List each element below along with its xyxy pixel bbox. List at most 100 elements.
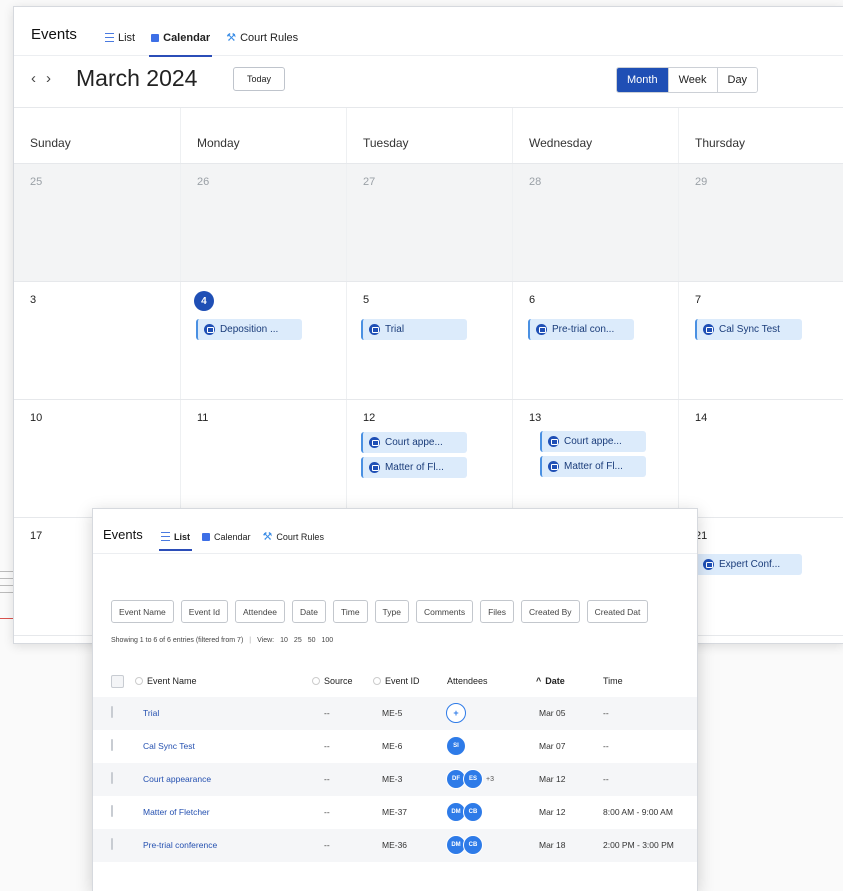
next-month-button[interactable]: ›	[46, 70, 51, 87]
column-time[interactable]: Time	[603, 676, 623, 686]
day-number: 27	[362, 176, 376, 188]
row-checkbox[interactable]	[111, 838, 113, 850]
column-event-id[interactable]: Event ID	[373, 676, 420, 686]
avatar: ES	[463, 769, 483, 789]
today-button[interactable]: Today	[233, 67, 285, 91]
event-icon	[368, 324, 380, 335]
week-row: 10 11 12 Court appe... Matter of Fl... 1…	[14, 400, 843, 518]
day-cell[interactable]: 25	[14, 164, 180, 281]
weekday-label: Monday	[179, 108, 346, 163]
day-cell[interactable]: 29	[678, 164, 843, 281]
row-checkbox[interactable]	[111, 739, 113, 751]
tab-list[interactable]: List	[105, 31, 135, 44]
day-cell[interactable]: 3	[14, 282, 180, 399]
week-view-button[interactable]: Week	[667, 68, 717, 92]
date-cell: Mar 12	[539, 807, 566, 817]
add-attendee-icon[interactable]: +	[446, 703, 466, 723]
day-cell[interactable]: 14	[678, 400, 843, 517]
table-row[interactable]: Pre-trial conference -- ME-36 DM CB Mar …	[93, 829, 697, 862]
column-source[interactable]: Source	[312, 676, 353, 686]
table-row[interactable]: Matter of Fletcher -- ME-37 DM CB Mar 12…	[93, 796, 697, 829]
filter-button[interactable]: Attendee	[234, 600, 285, 623]
more-attendees-count[interactable]: +3	[486, 776, 494, 783]
table-row[interactable]: Cal Sync Test -- ME-6 SI Mar 07 --	[93, 730, 697, 763]
column-date[interactable]: ^ Date	[536, 676, 565, 686]
row-checkbox[interactable]	[111, 706, 113, 718]
event-name-link[interactable]: Cal Sync Test	[143, 741, 195, 751]
event-name-link[interactable]: Matter of Fletcher	[143, 807, 210, 817]
page-size-option[interactable]: 10	[280, 637, 288, 644]
event-chip[interactable]: Matter of Fl...	[539, 456, 646, 477]
view-switcher: Month Week Day	[616, 67, 759, 93]
tab-label: List	[174, 531, 191, 542]
tab-court-rules[interactable]: ⚒ Court Rules	[226, 31, 298, 45]
day-view-button[interactable]: Day	[716, 68, 758, 92]
select-all-checkbox[interactable]	[111, 675, 124, 688]
filter-button[interactable]: Date	[292, 600, 326, 623]
row-checkbox[interactable]	[111, 772, 113, 784]
event-chip[interactable]: Cal Sync Test	[695, 319, 802, 340]
day-cell[interactable]: 21 Expert Conf...	[678, 518, 843, 635]
filter-button[interactable]: Type	[374, 600, 409, 623]
day-cell[interactable]: 13 Court appe... Matter of Fl...	[511, 400, 678, 517]
event-chip[interactable]: Court appe...	[539, 431, 646, 452]
event-chip[interactable]: Expert Conf...	[695, 554, 802, 575]
event-chip[interactable]: Pre-trial con...	[527, 319, 634, 340]
day-cell[interactable]: 27	[345, 164, 512, 281]
filter-button[interactable]: Files	[480, 600, 515, 623]
row-checkbox[interactable]	[111, 805, 113, 817]
event-name-link[interactable]: Trial	[143, 708, 159, 718]
weekday-label: Tuesday	[345, 108, 512, 163]
event-chip[interactable]: Court appe...	[360, 432, 467, 453]
week-row: 25 26 27 28 29	[14, 164, 843, 282]
page-size-option[interactable]: 25	[294, 637, 302, 644]
day-cell[interactable]: 28	[511, 164, 678, 281]
filter-button[interactable]: Event Id	[180, 600, 228, 623]
event-chip[interactable]: Matter of Fl...	[360, 457, 467, 478]
tab-list[interactable]: List	[158, 530, 193, 551]
table-row[interactable]: Court appearance -- ME-3 DF ES +3 Mar 12…	[93, 763, 697, 796]
source-cell: --	[324, 741, 330, 751]
sort-icon	[373, 677, 381, 685]
filter-button[interactable]: Event Name	[111, 600, 174, 623]
event-chip[interactable]: Deposition ...	[195, 319, 302, 340]
avatar: SI	[446, 736, 466, 756]
day-cell[interactable]: 4 Deposition ...	[179, 282, 346, 399]
time-cell: --	[603, 708, 609, 718]
event-name-link[interactable]: Court appearance	[143, 774, 211, 784]
calendar-icon	[151, 33, 160, 42]
filter-button[interactable]: Comments	[415, 600, 474, 623]
weekday-label: Sunday	[30, 136, 71, 150]
day-cell[interactable]: 12 Court appe... Matter of Fl...	[345, 400, 512, 517]
page-size-option[interactable]: 50	[308, 637, 316, 644]
day-cell[interactable]: 10	[14, 400, 180, 517]
tab-court-rules[interactable]: ⚒ Court Rules	[263, 530, 324, 543]
column-event-name[interactable]: Event Name	[135, 676, 197, 686]
column-attendees[interactable]: Attendees	[447, 676, 488, 686]
attendees-cell: DM CB	[446, 802, 483, 822]
day-number: 29	[695, 176, 708, 188]
prev-month-button[interactable]: ‹	[31, 70, 36, 87]
filter-button[interactable]: Time	[332, 600, 368, 623]
avatar: CB	[463, 802, 483, 822]
tab-calendar[interactable]: Calendar	[202, 530, 251, 543]
filter-button[interactable]: Created Dat	[586, 600, 649, 623]
day-cell[interactable]: 6 Pre-trial con...	[511, 282, 678, 399]
event-title: Court appe...	[384, 437, 443, 448]
month-view-button[interactable]: Month	[617, 68, 668, 92]
filter-button[interactable]: Created By	[521, 600, 580, 623]
column-filters: Event Name Event Id Attendee Date Time T…	[111, 600, 649, 623]
today-marker: 4	[193, 291, 214, 311]
table-row[interactable]: Trial -- ME-5 + Mar 05 --	[93, 697, 697, 730]
event-name-link[interactable]: Pre-trial conference	[143, 840, 217, 850]
day-cell[interactable]: 7 Cal Sync Test	[678, 282, 843, 399]
page-size-option[interactable]: 100	[322, 637, 334, 644]
day-cell[interactable]: 5 Trial	[345, 282, 512, 399]
day-cell[interactable]: 26	[179, 164, 346, 281]
event-chip[interactable]: Trial	[360, 319, 467, 340]
day-cell[interactable]: 11	[179, 400, 346, 517]
gavel-icon: ⚒	[226, 32, 237, 44]
tab-calendar[interactable]: Calendar	[149, 31, 213, 57]
page-title: Events	[31, 26, 77, 43]
event-title: Expert Conf...	[719, 559, 781, 570]
